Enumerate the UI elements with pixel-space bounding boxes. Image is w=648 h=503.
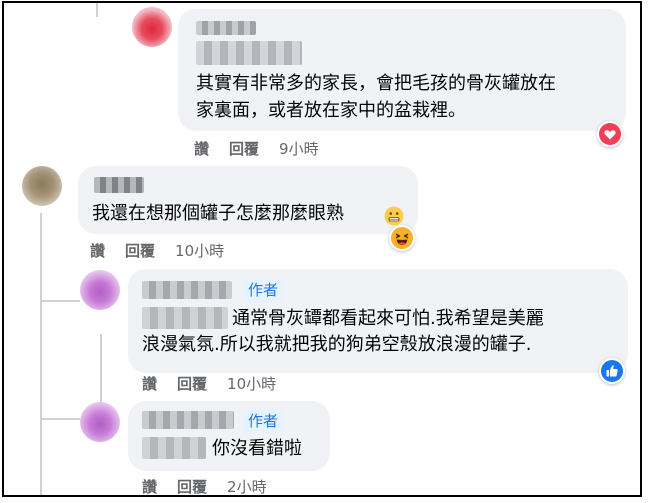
reaction-badge[interactable] <box>597 121 623 147</box>
like-icon <box>601 360 623 382</box>
reply-button[interactable]: 回覆 <box>177 477 207 495</box>
comment-text-line: 我還在想那個罐子怎麼那麼眼熟 <box>92 203 344 224</box>
thread-line <box>40 213 42 495</box>
thread-line <box>96 3 98 17</box>
author-badge: 作者 <box>242 278 285 302</box>
timestamp[interactable]: 10小時 <box>227 374 276 394</box>
blurred-text <box>142 307 228 329</box>
comment-thread: 其實有非常多的家長，會把毛孩的骨灰罐放在 家裏面，或者放在家中的盆栽裡。 讚回覆… <box>2 1 642 497</box>
blurred-author-name[interactable] <box>196 21 256 35</box>
comment-actions: 讚回覆 10小時 <box>90 241 224 261</box>
grimace-emoji <box>384 206 404 226</box>
comment-text-line: 家裏面，或者放在家中的盆栽裡。 <box>196 100 466 121</box>
like-button[interactable]: 讚 <box>90 241 105 261</box>
comment-bubble: 作者 你沒看錯啦 <box>128 401 330 471</box>
avatar[interactable] <box>132 7 172 47</box>
comment-text-line: 浪漫氣氛.所以我就把我的狗弟空殼放浪漫的罐子. <box>142 334 532 355</box>
blurred-text <box>142 437 206 459</box>
like-button[interactable]: 讚 <box>142 477 157 495</box>
like-button[interactable]: 讚 <box>194 139 209 159</box>
blurred-author-name[interactable] <box>94 177 144 193</box>
author-badge: 作者 <box>242 409 285 433</box>
thread-line-branch <box>40 418 80 420</box>
avatar[interactable] <box>80 402 120 442</box>
blurred-author-name[interactable] <box>196 41 302 65</box>
thread-line <box>100 334 102 404</box>
reaction-badge[interactable] <box>599 358 625 384</box>
reply-button[interactable]: 回覆 <box>177 374 207 394</box>
timestamp[interactable]: 10小時 <box>175 241 224 261</box>
blurred-author-name[interactable] <box>142 281 232 299</box>
thread-line-branch <box>40 300 80 302</box>
comment-bubble: 我還在想那個罐子怎麼那麼眼熟 <box>78 166 418 234</box>
comment-bubble: 作者 通常骨灰罈都看起來可怕.我￼希望是美麗 浪漫氣氛.所以我就把我的狗弟空殼放… <box>128 269 628 373</box>
timestamp[interactable]: 2小時 <box>227 477 267 495</box>
reply-button[interactable]: 回覆 <box>125 241 155 261</box>
comment-actions: 讚回覆 10小時 <box>142 374 276 394</box>
comment-actions: 讚 回覆 2小時 <box>142 477 267 495</box>
like-button[interactable]: 讚 <box>142 374 157 394</box>
comment-text-line: 其實有非常多的家長，會把毛孩的骨灰罐放在 <box>196 73 556 94</box>
blurred-author-name[interactable] <box>142 411 234 429</box>
timestamp[interactable]: 9小時 <box>279 139 319 159</box>
laugh-icon <box>391 227 413 249</box>
reply-button[interactable]: 回覆 <box>229 139 259 159</box>
reaction-badge[interactable] <box>389 225 415 251</box>
comment-actions: 讚回覆 9小時 <box>194 139 319 159</box>
avatar[interactable] <box>80 270 120 310</box>
comment-bubble: 其實有非常多的家長，會把毛孩的骨灰罐放在 家裏面，或者放在家中的盆栽裡。 <box>178 9 626 131</box>
love-icon <box>599 123 621 145</box>
comment-text-line: 通常骨灰罈都看起來可怕.我￼希望是美麗 <box>232 308 544 329</box>
comment-text-line: 你沒看錯啦 <box>212 438 302 459</box>
avatar[interactable] <box>22 166 62 206</box>
